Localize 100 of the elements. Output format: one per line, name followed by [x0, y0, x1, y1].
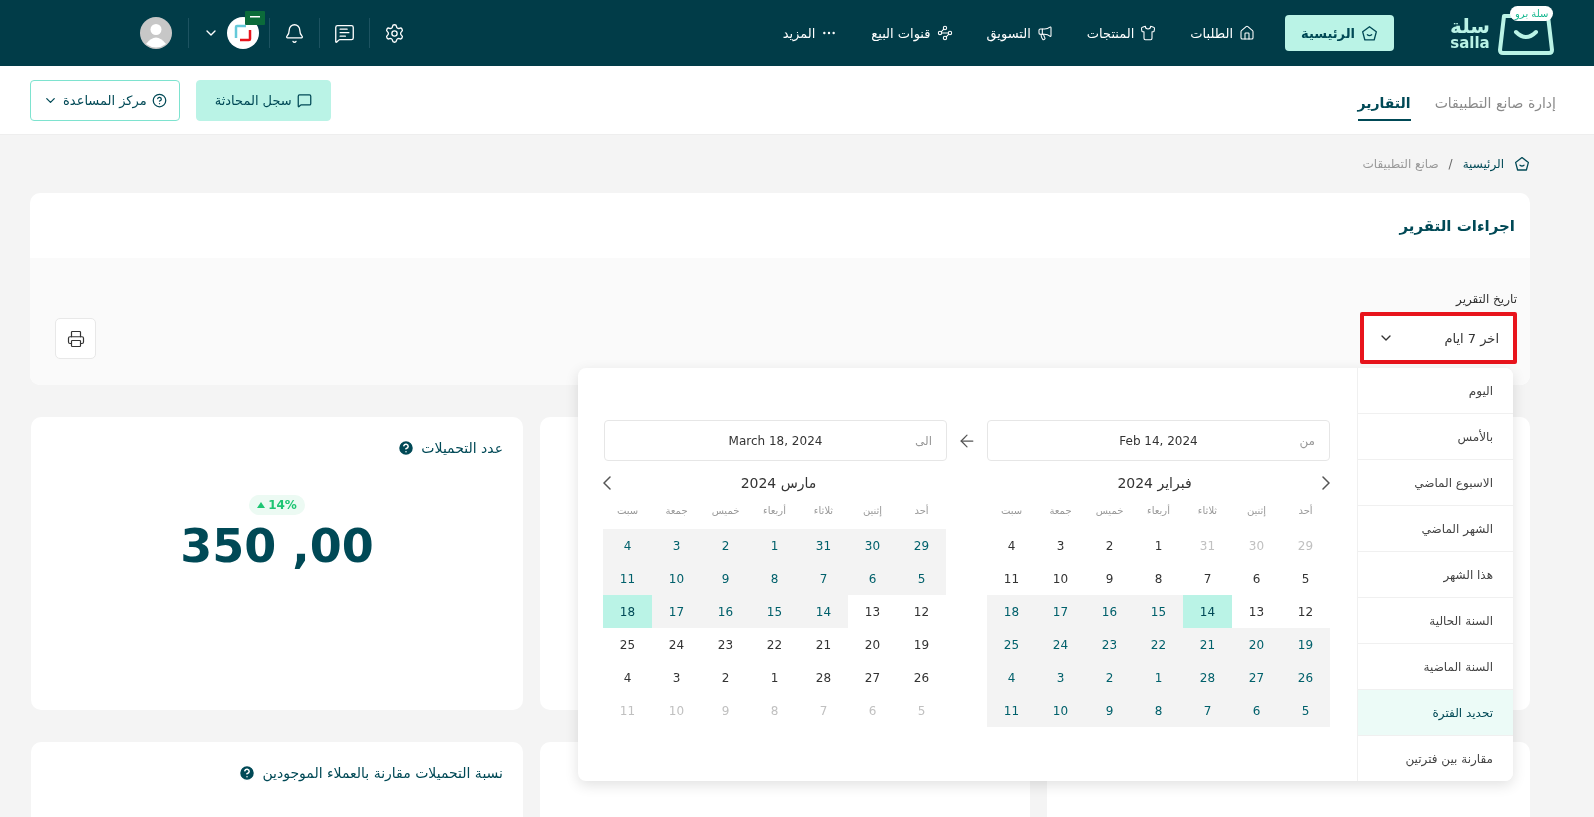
- help-icon[interactable]: [397, 439, 416, 457]
- calendar-day[interactable]: 4: [987, 661, 1036, 694]
- calendar-day[interactable]: 23: [1085, 628, 1134, 661]
- calendar-day[interactable]: 16: [701, 595, 750, 628]
- calendar-day[interactable]: 2: [1085, 661, 1134, 694]
- calendar-day[interactable]: 6: [848, 562, 897, 595]
- calendar-day[interactable]: 6: [1232, 694, 1281, 727]
- calendar-day[interactable]: 5: [1281, 694, 1330, 727]
- tab[interactable]: إدارة صانع التطبيقات: [1434, 87, 1556, 121]
- calendar-day[interactable]: 4: [987, 529, 1036, 562]
- calendar-day[interactable]: 15: [750, 595, 799, 628]
- calendar-day[interactable]: 6: [1232, 562, 1281, 595]
- calendar-day[interactable]: 16: [1085, 595, 1134, 628]
- calendar-day[interactable]: 3: [1036, 529, 1085, 562]
- calendar-day[interactable]: 28: [799, 661, 848, 694]
- calendar-day[interactable]: 11: [603, 562, 652, 595]
- calendar-day[interactable]: 26: [1281, 661, 1330, 694]
- calendar-day[interactable]: 7: [1183, 562, 1232, 595]
- calendar-day[interactable]: 7: [799, 562, 848, 595]
- calendar-day[interactable]: 3: [1036, 661, 1085, 694]
- calendar-day[interactable]: 24: [1036, 628, 1085, 661]
- calendar-day[interactable]: 29: [897, 529, 946, 562]
- calendar-day[interactable]: 4: [603, 661, 652, 694]
- nav-link[interactable]: الرئيسية: [1285, 15, 1395, 51]
- calendar-day[interactable]: 21: [799, 628, 848, 661]
- calendar-day[interactable]: 30: [848, 529, 897, 562]
- calendar-day[interactable]: 13: [848, 595, 897, 628]
- user-avatar[interactable]: [140, 17, 172, 49]
- nav-link[interactable]: المنتجات: [1082, 15, 1161, 51]
- calendar-day[interactable]: 20: [1232, 628, 1281, 661]
- nav-link[interactable]: المزيد: [778, 15, 842, 51]
- calendar-day[interactable]: 25: [987, 628, 1036, 661]
- calendar-day[interactable]: 19: [1281, 628, 1330, 661]
- chevron-left-icon[interactable]: [603, 476, 611, 490]
- calendar-day[interactable]: 2: [1085, 529, 1134, 562]
- conversation-log-button[interactable]: سجل المحادثة: [195, 79, 331, 121]
- calendar-day[interactable]: 19: [897, 628, 946, 661]
- calendar-day[interactable]: 9: [701, 562, 750, 595]
- calendar-day[interactable]: 8: [750, 562, 799, 595]
- calendar-day[interactable]: 24: [652, 628, 701, 661]
- calendar-day[interactable]: 13: [1232, 595, 1281, 628]
- calendar-day[interactable]: 14: [799, 595, 848, 628]
- calendar-day[interactable]: 11: [987, 694, 1036, 727]
- calendar-day[interactable]: 25: [603, 628, 652, 661]
- date-range-select[interactable]: اخر 7 ايام: [1360, 312, 1517, 364]
- calendar-day[interactable]: 1: [750, 661, 799, 694]
- calendar-day[interactable]: 11: [987, 562, 1036, 595]
- calendar-day[interactable]: 2: [701, 529, 750, 562]
- preset-option[interactable]: الاسبوع الماضي: [1358, 460, 1513, 506]
- tab[interactable]: التقارير: [1357, 87, 1411, 121]
- preset-option[interactable]: مقارنة بين فترتين: [1358, 736, 1513, 781]
- calendar-day[interactable]: 14: [1183, 595, 1232, 628]
- preset-option[interactable]: بالأمس: [1358, 414, 1513, 460]
- calendar-day[interactable]: 9: [1085, 562, 1134, 595]
- calendar-day[interactable]: 1: [1134, 661, 1183, 694]
- calendar-day[interactable]: 5: [897, 562, 946, 595]
- nav-link[interactable]: قنوات البيع: [867, 15, 957, 51]
- calendar-day[interactable]: 8: [1134, 694, 1183, 727]
- calendar-day[interactable]: 3: [652, 529, 701, 562]
- chevron-right-icon[interactable]: [1322, 476, 1330, 490]
- calendar-day[interactable]: 3: [652, 661, 701, 694]
- calendar-day[interactable]: 23: [701, 628, 750, 661]
- preset-option[interactable]: تحديد الفترة: [1358, 690, 1513, 736]
- calendar-day[interactable]: 18: [987, 595, 1036, 628]
- preset-option[interactable]: الشهر الماضي: [1358, 506, 1513, 552]
- calendar-day[interactable]: 10: [1036, 562, 1085, 595]
- help-icon[interactable]: [238, 764, 257, 782]
- calendar-day[interactable]: 7: [1183, 694, 1232, 727]
- calendar-day[interactable]: 15: [1134, 595, 1183, 628]
- calendar-day[interactable]: 9: [1085, 694, 1134, 727]
- calendar-day[interactable]: 12: [897, 595, 946, 628]
- preset-option[interactable]: هذا الشهر: [1358, 552, 1513, 598]
- calendar-day[interactable]: 1: [1134, 529, 1183, 562]
- calendar-day[interactable]: 12: [1281, 595, 1330, 628]
- calendar-day[interactable]: 27: [1232, 661, 1281, 694]
- breadcrumb-link[interactable]: الرئيسية: [1462, 157, 1504, 171]
- preset-option[interactable]: السنة الحالية: [1358, 598, 1513, 644]
- calendar-day[interactable]: 22: [1134, 628, 1183, 661]
- nav-link[interactable]: الطلبات: [1186, 15, 1259, 51]
- calendar-day[interactable]: 21: [1183, 628, 1232, 661]
- help-center-button[interactable]: مركز المساعدة: [30, 79, 180, 121]
- calendar-day[interactable]: 22: [750, 628, 799, 661]
- calendar-day[interactable]: 17: [652, 595, 701, 628]
- calendar-day[interactable]: 8: [1134, 562, 1183, 595]
- calendar-day[interactable]: 20: [848, 628, 897, 661]
- calendar-day[interactable]: 10: [1036, 694, 1085, 727]
- calendar-day[interactable]: 18: [603, 595, 652, 628]
- calendar-day[interactable]: 17: [1036, 595, 1085, 628]
- nav-link[interactable]: التسويق: [982, 15, 1057, 51]
- calendar-day[interactable]: 10: [652, 562, 701, 595]
- calendar-day[interactable]: 4: [603, 529, 652, 562]
- calendar-day[interactable]: 27: [848, 661, 897, 694]
- calendar-day[interactable]: 26: [897, 661, 946, 694]
- print-button[interactable]: [55, 318, 96, 359]
- calendar-day[interactable]: 5: [1281, 562, 1330, 595]
- preset-option[interactable]: اليوم: [1358, 368, 1513, 414]
- calendar-day[interactable]: 1: [750, 529, 799, 562]
- calendar-day[interactable]: 28: [1183, 661, 1232, 694]
- calendar-day[interactable]: 2: [701, 661, 750, 694]
- calendar-day[interactable]: 31: [799, 529, 848, 562]
